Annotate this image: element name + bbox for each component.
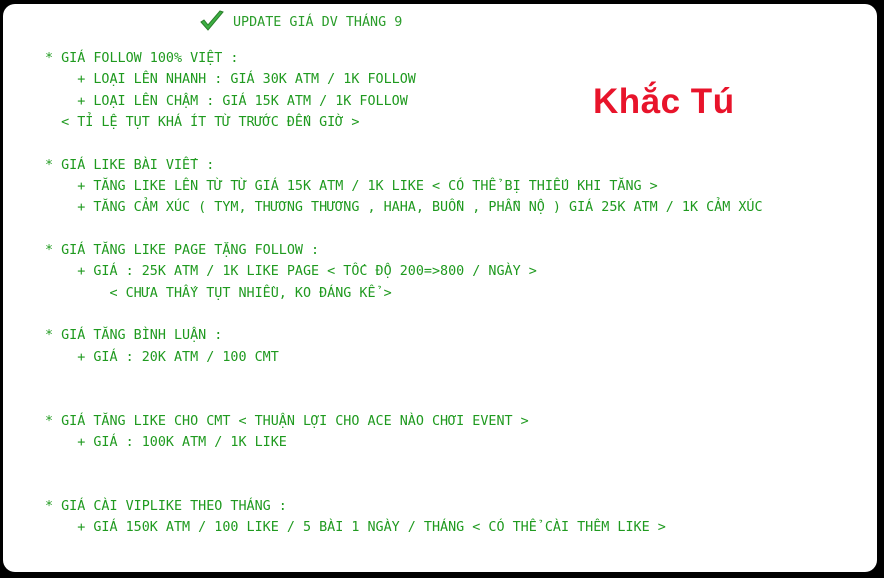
header-title: UPDATE GIÁ DV THÁNG 9 — [233, 14, 403, 30]
section-heading: * GIÁ TĂNG LIKE CHO CMT < THUẬN LỢI CHO … — [45, 413, 529, 429]
list-item: + TĂNG CẢM XÚC ( TYM, THƯƠNG THƯƠNG , HA… — [45, 200, 763, 216]
list-item: + GIÁ : 100K ATM / 1K LIKE — [45, 434, 287, 450]
brand-name: Khắc Tú — [593, 82, 735, 121]
list-item: + GIÁ : 25K ATM / 1K LIKE PAGE < TỐC ĐỘ … — [45, 264, 537, 280]
list-item: + LOẠI LÊN NHANH : GIÁ 30K ATM / 1K FOLL… — [45, 72, 416, 88]
section-heading: * GIÁ CÀI VIPLIKE THEO THÁNG : — [45, 498, 287, 514]
list-item: < CHƯA THẤY TỤT NHIỀU, KO ĐÁNG KỂ > — [45, 285, 392, 301]
list-item: + TĂNG LIKE LÊN TỪ TỪ GIÁ 15K ATM / 1K L… — [45, 178, 658, 194]
header: UPDATE GIÁ DV THÁNG 9 — [199, 10, 402, 34]
list-item: + LOẠI LÊN CHẬM : GIÁ 15K ATM / 1K FOLLO… — [45, 93, 408, 109]
section-heading: * GIÁ TĂNG BÌNH LUẬN : — [45, 328, 223, 344]
list-item: < TỈ LỆ TỤT KHÁ ÍT TỪ TRƯỚC ĐẾN GIỜ > — [45, 114, 360, 130]
list-item: + GIÁ : 20K ATM / 100 CMT — [45, 349, 279, 365]
section-heading: * GIÁ TĂNG LIKE PAGE TẶNG FOLLOW : — [45, 242, 320, 258]
checkmark-icon — [199, 10, 225, 34]
price-list-panel: UPDATE GIÁ DV THÁNG 9 Khắc Tú * GIÁ FOLL… — [3, 4, 877, 572]
section-heading: * GIÁ FOLLOW 100% VIỆT : — [45, 51, 239, 66]
list-item: + GIÁ 150K ATM / 100 LIKE / 5 BÀI 1 NGÀY… — [45, 520, 666, 536]
section-heading: * GIÁ LIKE BÀI VIẾT : — [45, 157, 215, 173]
